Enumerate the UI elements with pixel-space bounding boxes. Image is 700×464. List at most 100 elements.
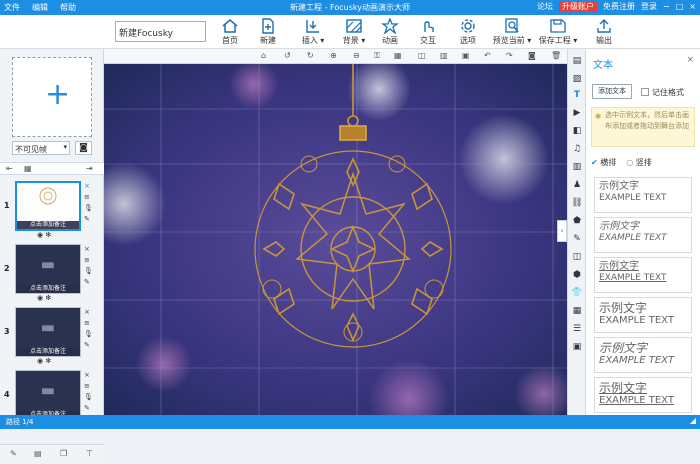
align-left-icon[interactable]: ⇤: [6, 164, 13, 173]
slide-note-label[interactable]: 点击添加备注: [16, 348, 80, 356]
maximize-button[interactable]: □: [676, 2, 684, 11]
undo-icon[interactable]: ↶: [484, 51, 491, 60]
microphone-icon[interactable]: 🎙: [84, 392, 94, 403]
delete-icon[interactable]: ×: [84, 370, 94, 381]
text-sample[interactable]: 示例文字 EXAMPLE TEXT: [594, 257, 692, 293]
forum-link[interactable]: 论坛: [537, 1, 553, 12]
editing-canvas[interactable]: [104, 64, 567, 415]
text-icon[interactable]: T: [571, 89, 583, 101]
delete-icon[interactable]: 🗑: [551, 51, 561, 60]
new-button[interactable]: 新建: [250, 17, 286, 47]
character-icon[interactable]: ♟: [571, 179, 583, 191]
edit-icon[interactable]: ✎: [84, 403, 94, 414]
home-button[interactable]: 首页: [212, 17, 248, 47]
video-icon[interactable]: ▶: [571, 107, 583, 119]
background-button[interactable]: 背景 ▾: [334, 17, 374, 47]
interaction-button[interactable]: 交互: [410, 17, 446, 47]
microphone-icon[interactable]: 🎙: [84, 266, 94, 277]
vertical-radio[interactable]: ○ 竖排: [626, 157, 652, 168]
menu-icon[interactable]: ≡: [84, 381, 94, 392]
edit-icon[interactable]: ✎: [84, 340, 94, 351]
login-link[interactable]: 登录: [641, 1, 657, 12]
align-right-icon[interactable]: ⇥: [86, 164, 93, 173]
zoom-in-icon[interactable]: ⊕: [330, 51, 337, 60]
lock-icon[interactable]: ⚿: [374, 51, 380, 61]
slide-thumbnail[interactable]: ▒▒▒ 点击添加备注: [15, 244, 81, 294]
copy-icon[interactable]: ❐: [60, 449, 67, 458]
delete-icon[interactable]: ×: [84, 244, 94, 255]
svg-icon[interactable]: ✎: [571, 233, 583, 245]
image-icon[interactable]: ▨: [571, 73, 583, 85]
minimize-button[interactable]: −: [663, 2, 670, 11]
slide-thumbnail[interactable]: ▒▒▒ 点击添加备注: [15, 307, 81, 357]
document-icon[interactable]: ▤: [34, 449, 42, 458]
edit-path-icon[interactable]: ✎: [10, 449, 17, 458]
menu-icon[interactable]: ≡: [84, 192, 94, 203]
clothing-icon[interactable]: 👕: [571, 287, 583, 299]
options-button[interactable]: 选项: [450, 17, 486, 47]
menu-icon[interactable]: ≡: [84, 318, 94, 329]
close-window-button[interactable]: ×: [689, 2, 696, 11]
chart-icon[interactable]: ▥: [571, 161, 583, 173]
upgrade-account-button[interactable]: 升级账户: [559, 1, 598, 12]
grid-icon[interactable]: ▦: [571, 305, 583, 317]
layers-icon[interactable]: ◫: [418, 51, 426, 60]
slide-note-label[interactable]: 点击添加备注: [17, 221, 79, 229]
stack-icon[interactable]: ☰: [571, 323, 583, 335]
microphone-icon[interactable]: 🎙: [84, 203, 94, 214]
remember-format-checkbox[interactable]: 记住格式: [641, 87, 684, 98]
flash-icon[interactable]: ⬢: [571, 269, 583, 281]
project-name-field[interactable]: 新建Focusky: [115, 21, 206, 42]
rotate-left-icon[interactable]: ↺: [284, 51, 291, 60]
delete-icon[interactable]: ×: [84, 307, 94, 318]
delete-icon[interactable]: ×: [84, 181, 94, 192]
close-icon[interactable]: ×: [686, 55, 694, 65]
animation-button[interactable]: 动画: [372, 17, 408, 47]
collapse-panel-tab[interactable]: ›: [557, 220, 567, 242]
slide-item[interactable]: 3 ▒▒▒ 点击添加备注 ◉ ✻ × ≡ 🎙 ✎: [0, 305, 104, 365]
zoom-out-icon[interactable]: ⊖: [353, 51, 360, 60]
microphone-icon[interactable]: 🎙: [84, 329, 94, 340]
frame-visibility-select[interactable]: 不可见帧 ▾: [12, 141, 70, 155]
resize-grip-icon[interactable]: ◢: [690, 416, 696, 425]
shape-icon[interactable]: ◧: [571, 125, 583, 137]
slide-thumbnail[interactable]: ▒▒▒ 点击添加备注: [15, 370, 81, 420]
slide-thumbnail[interactable]: 点击添加备注: [15, 181, 81, 231]
link-icon[interactable]: ⛓: [571, 197, 583, 209]
music-icon[interactable]: ♫: [571, 143, 583, 155]
add-text-button[interactable]: 添加文本: [592, 84, 632, 99]
slide-controls[interactable]: ◉ ✻: [37, 294, 51, 302]
photo-icon[interactable]: ◫: [571, 251, 583, 263]
export-button[interactable]: 输出: [586, 17, 622, 47]
screenshot-icon[interactable]: ◙: [528, 51, 536, 60]
layers-icon[interactable]: ▤: [571, 55, 583, 67]
menu-icon[interactable]: ≡: [84, 255, 94, 266]
edit-icon[interactable]: ✎: [84, 277, 94, 288]
home-view-icon[interactable]: ⌂: [261, 51, 266, 60]
data-icon[interactable]: ▣: [571, 341, 583, 353]
grid-icon[interactable]: ▦: [24, 164, 32, 173]
text-sample[interactable]: 示例文字 EXAMPLE TEXT: [594, 177, 692, 213]
align-icon[interactable]: ▥: [440, 51, 448, 60]
slide-item[interactable]: 2 ▒▒▒ 点击添加备注 ◉ ✻ × ≡ 🎙 ✎: [0, 242, 104, 302]
slide-item[interactable]: 1 点击添加备注 ◉ ✻ × ≡ 🎙 ✎: [0, 179, 104, 239]
redo-icon[interactable]: ↷: [506, 51, 513, 60]
text-sample[interactable]: 示例文字 EXAMPLE TEXT: [594, 297, 692, 333]
insert-button[interactable]: 插入 ▾: [293, 17, 333, 47]
slide-controls[interactable]: ◉ ✻: [37, 231, 51, 239]
camera-button[interactable]: ◙: [75, 141, 92, 155]
save-project-button[interactable]: 保存工程 ▾: [536, 17, 580, 47]
edit-icon[interactable]: ✎: [84, 214, 94, 225]
checkbox-box[interactable]: [641, 88, 649, 96]
register-link[interactable]: 免费注册: [603, 1, 635, 12]
frame-grid-icon[interactable]: ▣: [462, 51, 470, 60]
add-frame-button[interactable]: +: [12, 57, 92, 137]
text-sample[interactable]: 示例文字 EXAMPLE TEXT: [594, 377, 692, 413]
preview-button[interactable]: 预览当前 ▾: [490, 17, 534, 47]
widget-icon[interactable]: ⬟: [571, 215, 583, 227]
grid-toggle-icon[interactable]: ▦: [394, 51, 402, 60]
slide-controls[interactable]: ◉ ✻: [37, 357, 51, 365]
text-sample[interactable]: 示例文字 EXAMPLE TEXT: [594, 337, 692, 373]
slide-note-label[interactable]: 点击添加备注: [16, 285, 80, 293]
move-top-icon[interactable]: ⊤: [86, 449, 93, 458]
